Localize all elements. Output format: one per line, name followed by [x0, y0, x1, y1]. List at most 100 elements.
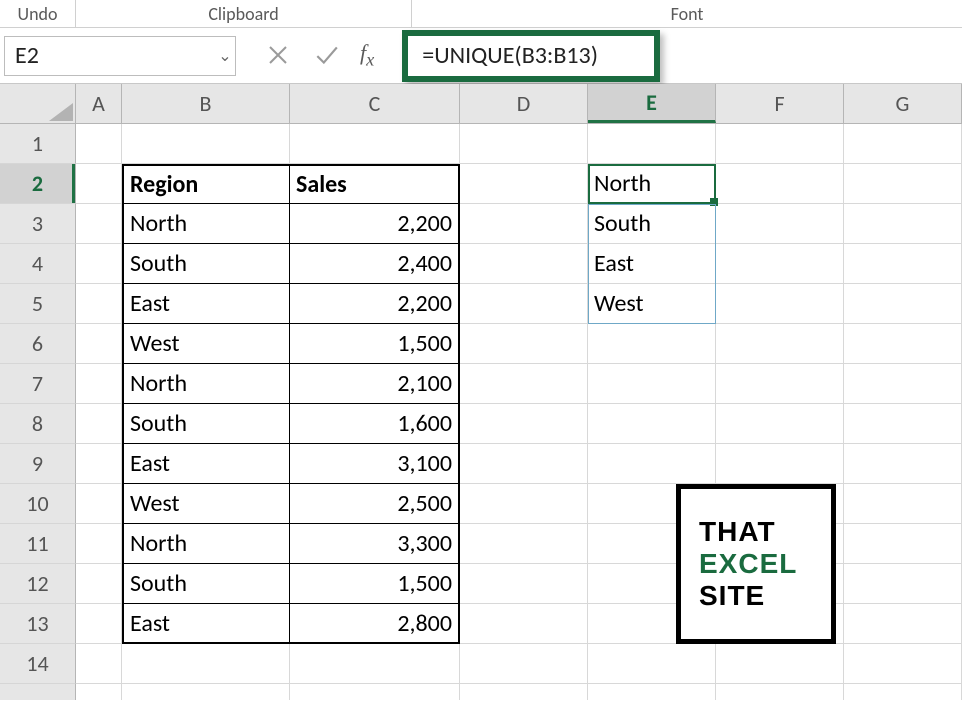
cell-B8[interactable]: South [122, 404, 290, 444]
cell-B12[interactable]: South [122, 564, 290, 604]
cell-C9[interactable]: 3,100 [290, 444, 460, 484]
cell-C10[interactable]: 2,500 [290, 484, 460, 524]
cell-G5[interactable] [844, 284, 962, 324]
cell-D13[interactable] [460, 604, 588, 644]
cell-G10[interactable] [844, 484, 962, 524]
name-box-value[interactable]: E2 [5, 41, 215, 70]
row-header-2[interactable]: 2 [0, 164, 76, 204]
column-header-B[interactable]: B [122, 84, 290, 123]
cell-A6[interactable] [76, 324, 122, 364]
cell-F7[interactable] [716, 364, 844, 404]
cell-C1[interactable] [290, 124, 460, 164]
row-header-14[interactable]: 14 [0, 644, 76, 684]
cell-G11[interactable] [844, 524, 962, 564]
cell-D1[interactable] [460, 124, 588, 164]
cell-B6[interactable]: West [122, 324, 290, 364]
cell-A15[interactable] [76, 684, 122, 700]
row-header-5[interactable]: 5 [0, 284, 76, 324]
cell-F2[interactable] [716, 164, 844, 204]
cell-F8[interactable] [716, 404, 844, 444]
cell-E8[interactable] [588, 404, 716, 444]
cell-F15[interactable] [716, 684, 844, 700]
column-header-A[interactable]: A [76, 84, 122, 123]
cell-A10[interactable] [76, 484, 122, 524]
cell-A11[interactable] [76, 524, 122, 564]
cell-B13[interactable]: East [122, 604, 290, 644]
cell-C15[interactable] [290, 684, 460, 700]
enter-icon[interactable] [312, 41, 340, 69]
cell-F9[interactable] [716, 444, 844, 484]
cell-E14[interactable] [588, 644, 716, 684]
cell-D6[interactable] [460, 324, 588, 364]
cell-E3[interactable]: South [588, 204, 716, 244]
column-header-G[interactable]: G [844, 84, 962, 123]
cell-C13[interactable]: 2,800 [290, 604, 460, 644]
column-header-E[interactable]: E [588, 84, 716, 123]
cell-F6[interactable] [716, 324, 844, 364]
cell-D7[interactable] [460, 364, 588, 404]
cell-D10[interactable] [460, 484, 588, 524]
select-all-corner[interactable] [0, 84, 76, 123]
cell-A13[interactable] [76, 604, 122, 644]
cell-G9[interactable] [844, 444, 962, 484]
cell-E6[interactable] [588, 324, 716, 364]
cell-B7[interactable]: North [122, 364, 290, 404]
cancel-icon[interactable] [264, 41, 292, 69]
cell-B15[interactable] [122, 684, 290, 700]
cell-A8[interactable] [76, 404, 122, 444]
name-box-dropdown-icon[interactable]: ⌄ [215, 46, 235, 66]
cell-D8[interactable] [460, 404, 588, 444]
cell-G2[interactable] [844, 164, 962, 204]
cell-D2[interactable] [460, 164, 588, 204]
cell-B9[interactable]: East [122, 444, 290, 484]
row-header-9[interactable]: 9 [0, 444, 76, 484]
cell-C12[interactable]: 1,500 [290, 564, 460, 604]
name-box[interactable]: E2 ⌄ [4, 36, 236, 76]
column-header-D[interactable]: D [460, 84, 588, 123]
cell-C4[interactable]: 2,400 [290, 244, 460, 284]
cell-G4[interactable] [844, 244, 962, 284]
cell-C3[interactable]: 2,200 [290, 204, 460, 244]
fx-icon[interactable]: fx [360, 40, 382, 70]
row-header-11[interactable]: 11 [0, 524, 76, 564]
row-header-13[interactable]: 13 [0, 604, 76, 644]
cell-B5[interactable]: East [122, 284, 290, 324]
cell-F5[interactable] [716, 284, 844, 324]
cell-C6[interactable]: 1,500 [290, 324, 460, 364]
cell-C8[interactable]: 1,600 [290, 404, 460, 444]
cell-A9[interactable] [76, 444, 122, 484]
cell-C14[interactable] [290, 644, 460, 684]
cell-D14[interactable] [460, 644, 588, 684]
cell-A12[interactable] [76, 564, 122, 604]
cell-B14[interactable] [122, 644, 290, 684]
cell-E5[interactable]: West [588, 284, 716, 324]
cell-B1[interactable] [122, 124, 290, 164]
formula-bar-input[interactable]: =UNIQUE(B3:B13) [422, 41, 598, 70]
cell-G15[interactable] [844, 684, 962, 700]
cell-A1[interactable] [76, 124, 122, 164]
cell-B3[interactable]: North [122, 204, 290, 244]
cell-C2[interactable]: Sales [290, 164, 460, 204]
cell-G6[interactable] [844, 324, 962, 364]
column-header-F[interactable]: F [716, 84, 844, 123]
cell-A2[interactable] [76, 164, 122, 204]
cell-E2[interactable]: North [588, 164, 716, 204]
row-header-4[interactable]: 4 [0, 244, 76, 284]
cell-E15[interactable] [588, 684, 716, 700]
row-header-10[interactable]: 10 [0, 484, 76, 524]
row-header-6[interactable]: 6 [0, 324, 76, 364]
cell-D4[interactable] [460, 244, 588, 284]
cell-A7[interactable] [76, 364, 122, 404]
cell-A3[interactable] [76, 204, 122, 244]
cell-G8[interactable] [844, 404, 962, 444]
cell-E4[interactable]: East [588, 244, 716, 284]
cell-D3[interactable] [460, 204, 588, 244]
cell-G14[interactable] [844, 644, 962, 684]
cell-G7[interactable] [844, 364, 962, 404]
cell-D5[interactable] [460, 284, 588, 324]
cell-F3[interactable] [716, 204, 844, 244]
cell-B11[interactable]: North [122, 524, 290, 564]
cell-C7[interactable]: 2,100 [290, 364, 460, 404]
cell-E7[interactable] [588, 364, 716, 404]
cell-G3[interactable] [844, 204, 962, 244]
